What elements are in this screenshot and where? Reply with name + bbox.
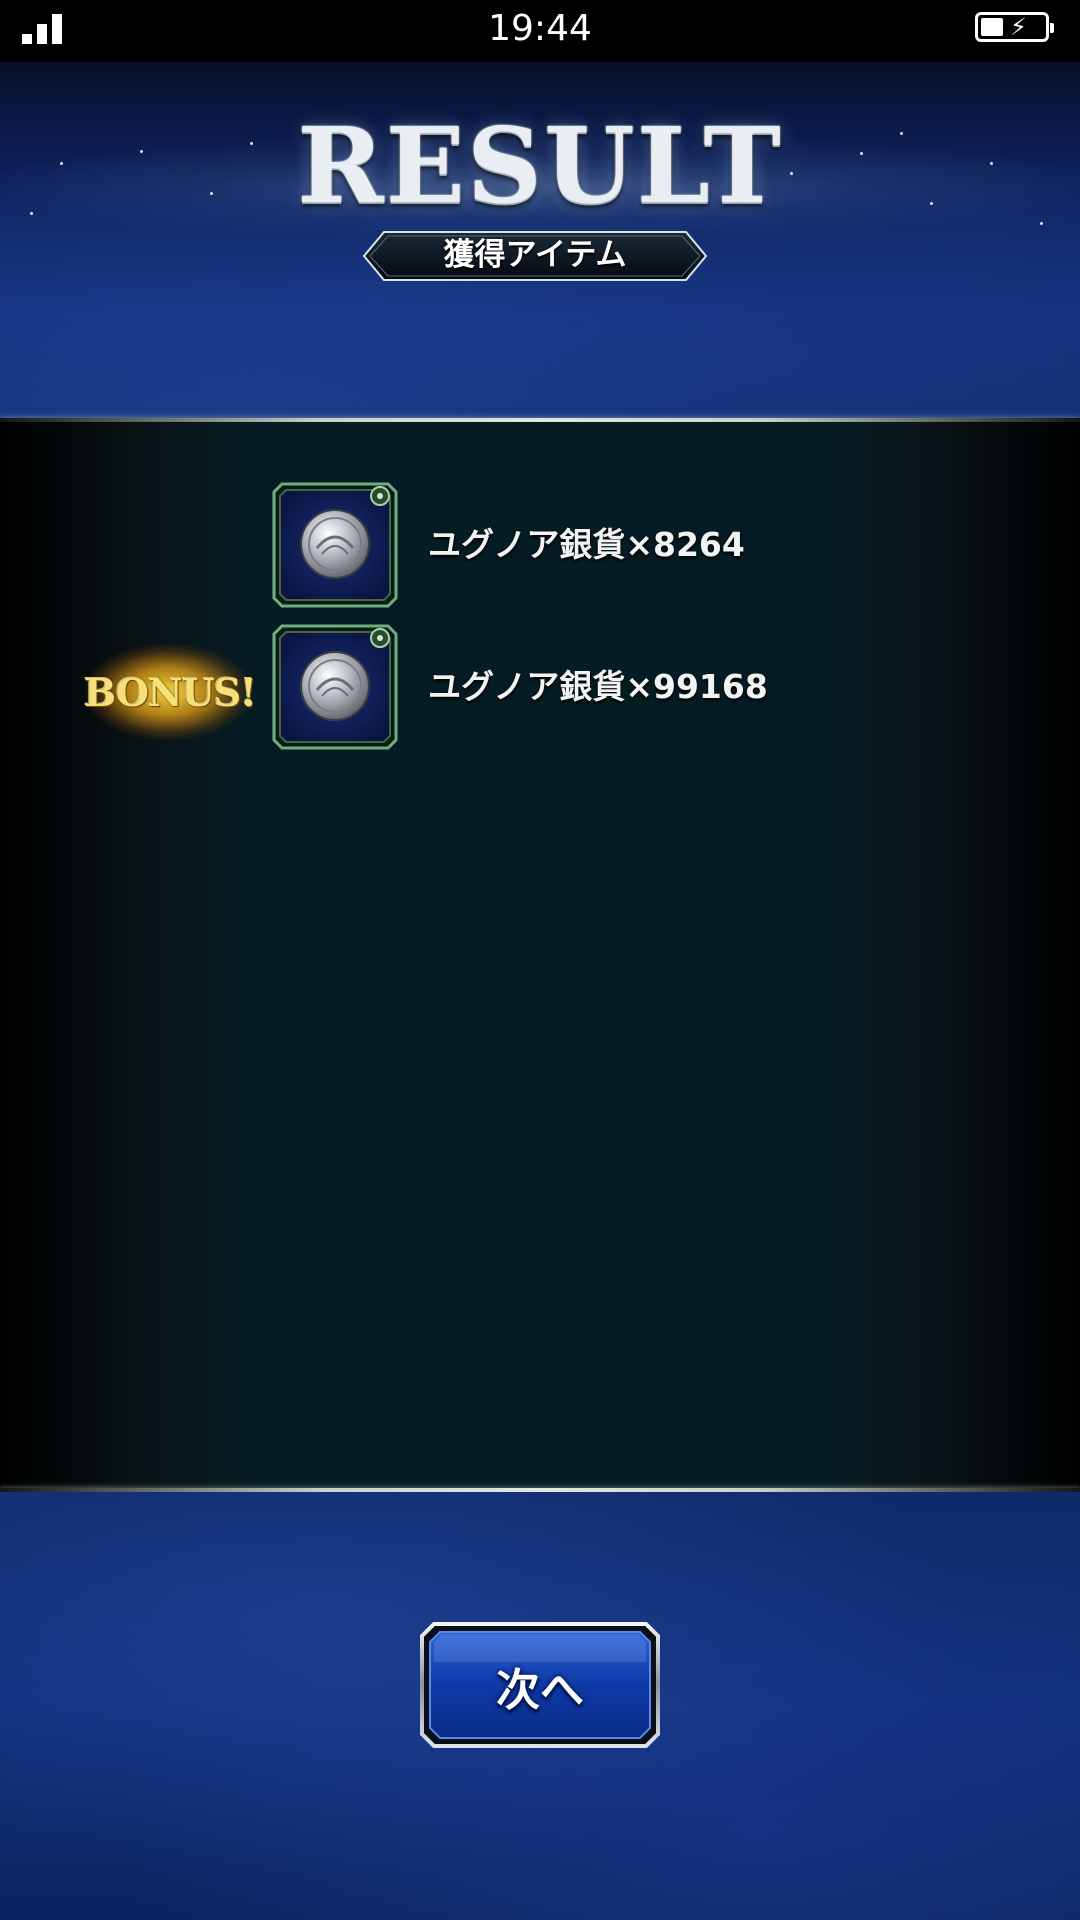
silver-coin-icon <box>272 482 398 608</box>
result-screen: 19:44 ⚡ RESULT 獲得アイテム ユグノア銀貨×8264 BONUS!… <box>0 0 1080 1920</box>
items-panel: ユグノア銀貨×8264 BONUS! ユグノア銀貨×99168 <box>0 422 1080 1488</box>
next-button-label: 次へ <box>496 1665 584 1716</box>
item-frame[interactable] <box>272 624 398 750</box>
item-label: ユグノア銀貨×99168 <box>428 667 768 706</box>
bonus-badge: BONUS! <box>84 644 257 740</box>
battery-bolt-icon: ⚡ <box>1010 13 1027 41</box>
item-row: ユグノア銀貨×8264 <box>0 482 1080 612</box>
result-title: RESULT <box>297 104 783 227</box>
acquired-items-banner: 獲得アイテム <box>362 230 708 282</box>
result-footer: 次へ <box>0 1492 1080 1920</box>
item-label: ユグノア銀貨×8264 <box>428 525 745 564</box>
item-frame[interactable] <box>272 482 398 608</box>
item-row-bonus: BONUS! ユグノア銀貨×99168 <box>0 624 1080 754</box>
status-bar: 19:44 ⚡ <box>0 0 1080 62</box>
silver-coin-icon <box>272 624 398 750</box>
acquired-items-label: 獲得アイテム <box>443 237 627 273</box>
result-header: RESULT 獲得アイテム <box>0 62 1080 418</box>
status-time: 19:44 <box>488 8 592 49</box>
next-button[interactable]: 次へ <box>420 1622 660 1748</box>
battery-charging-icon: ⚡ <box>975 12 1054 42</box>
bonus-label: BONUS! <box>84 670 257 715</box>
